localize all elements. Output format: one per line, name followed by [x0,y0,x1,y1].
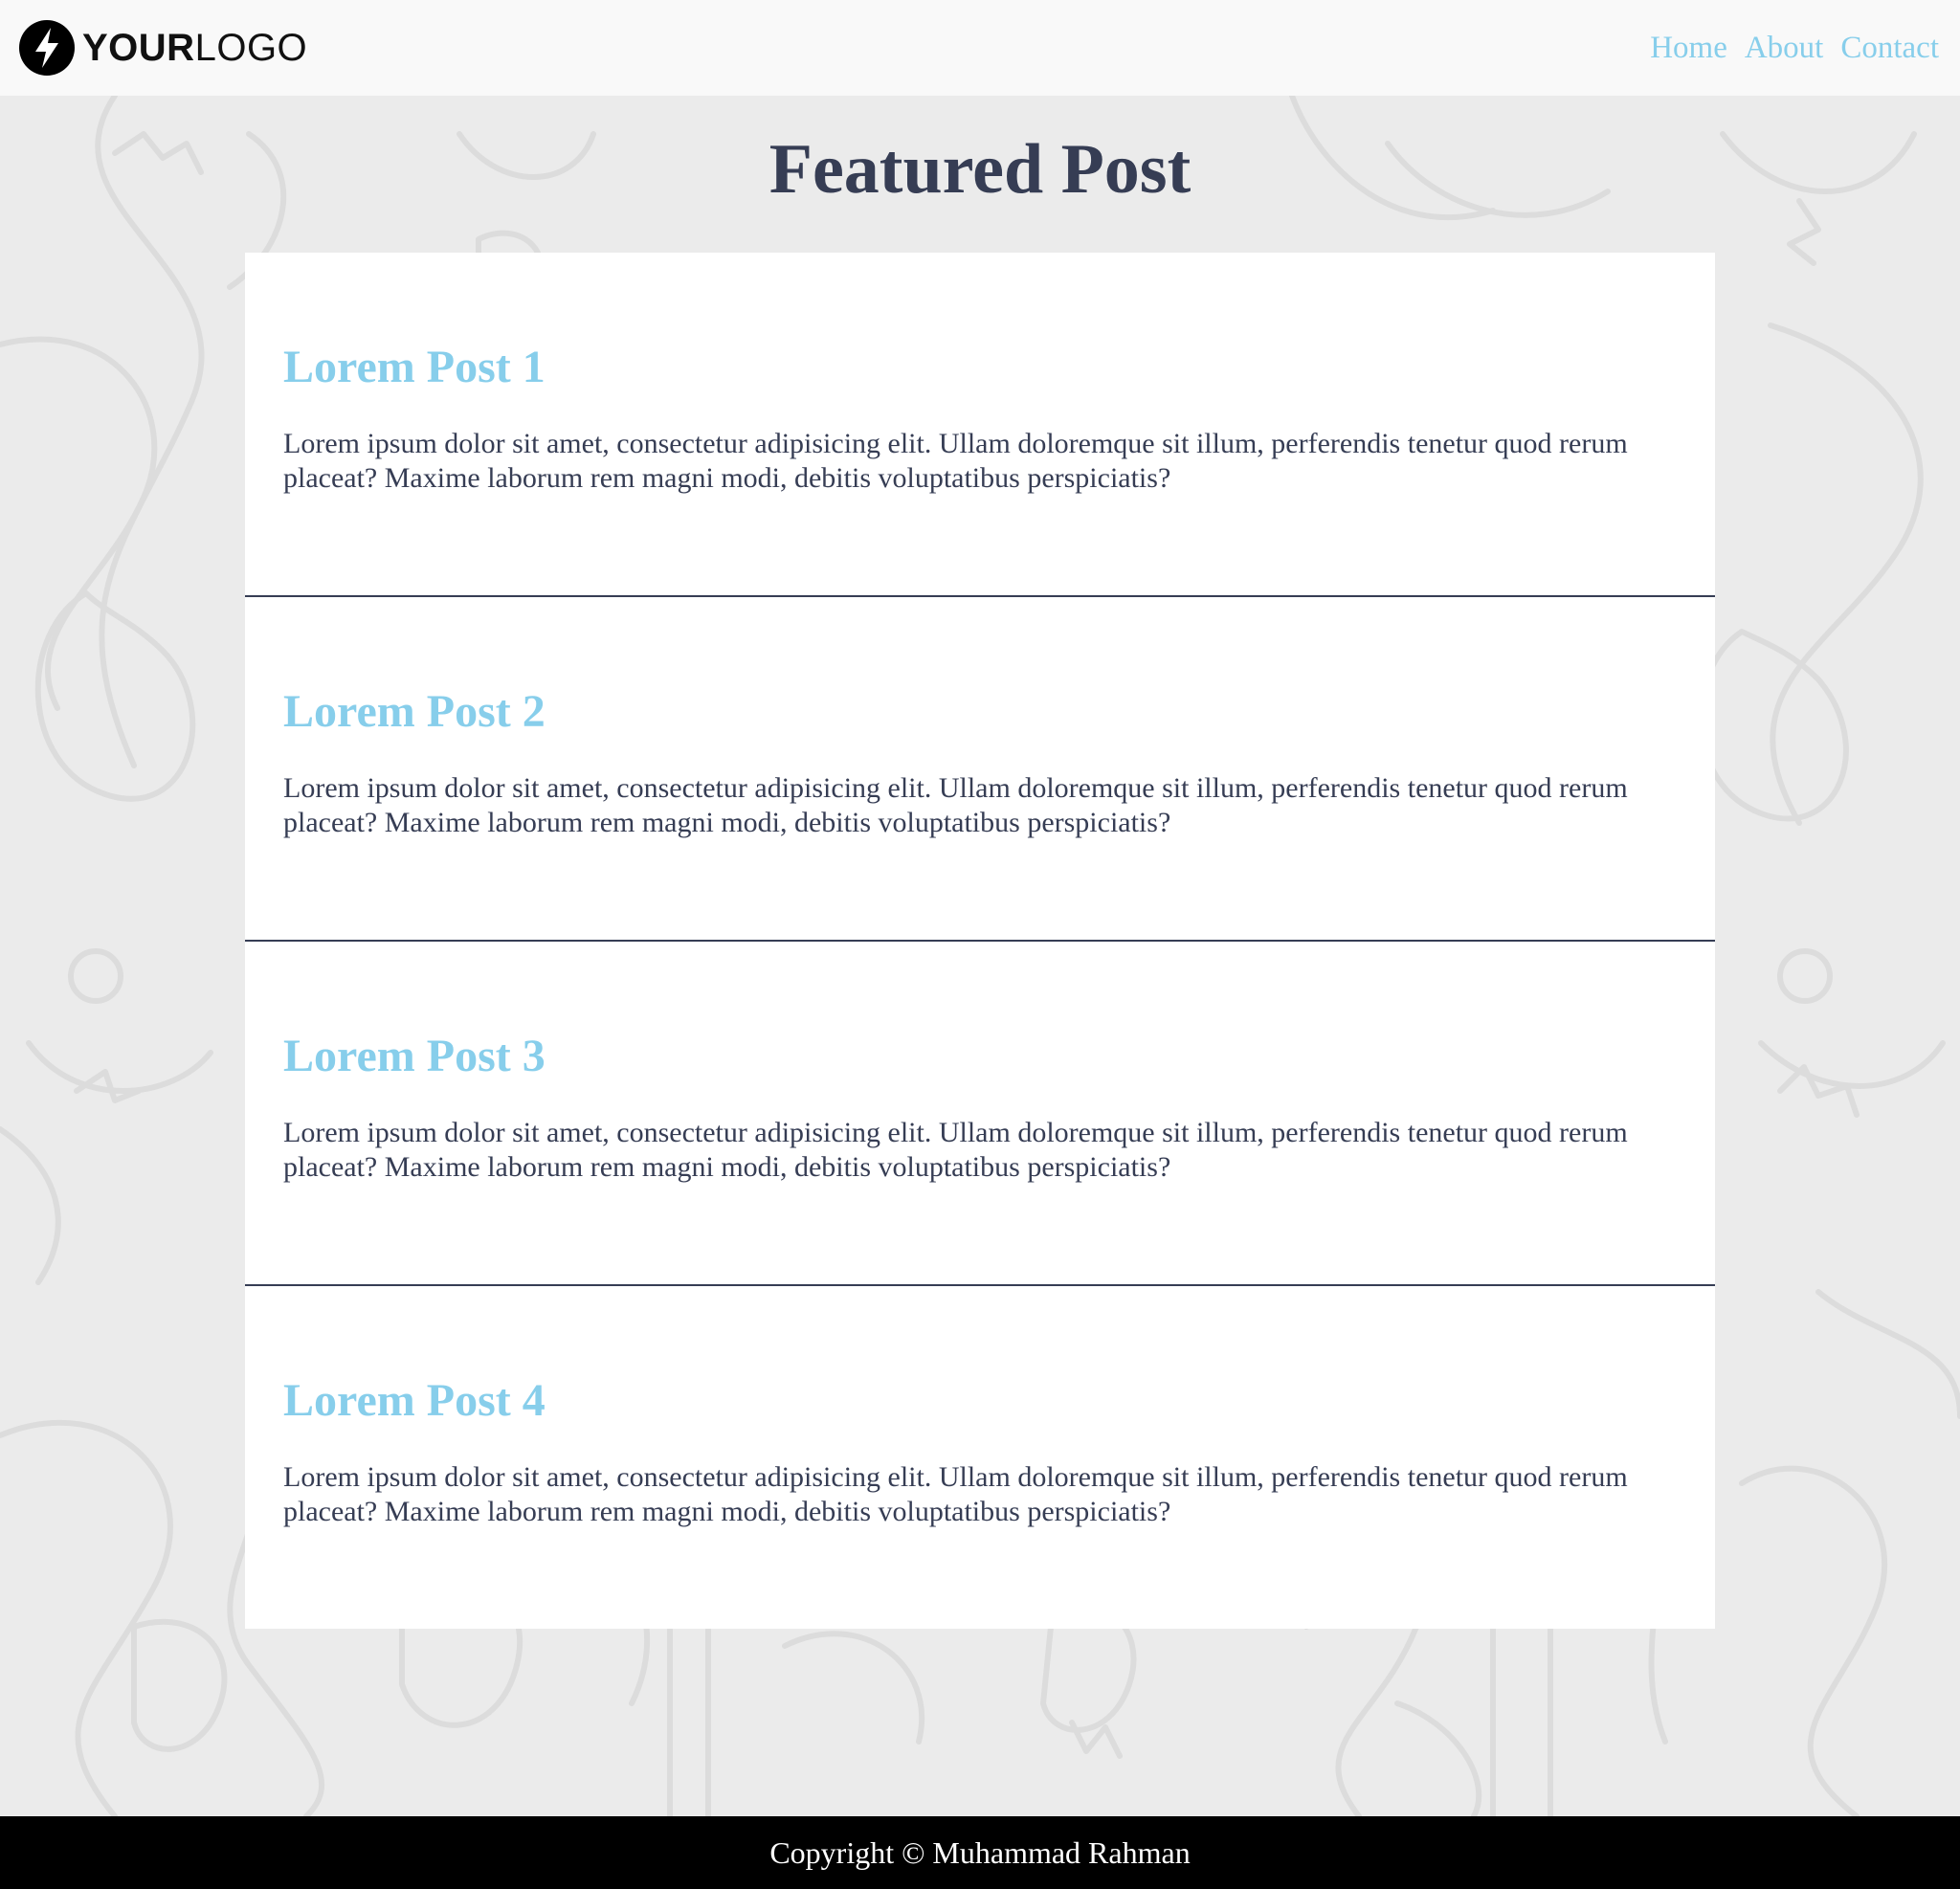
featured-posts-list: Lorem Post 1 Lorem ipsum dolor sit amet,… [245,253,1715,1629]
page-title: Featured Post [768,130,1192,209]
logo-wordmark: YOURLOGO [82,27,307,70]
nav-link-about[interactable]: About [1745,31,1824,66]
post-title[interactable]: Lorem Post 2 [283,689,1677,735]
site-header: YOURLOGO Home About Contact [0,0,1960,96]
post-title[interactable]: Lorem Post 1 [283,344,1677,390]
post-card: Lorem Post 4 Lorem ipsum dolor sit amet,… [245,1286,1715,1629]
nav-link-contact[interactable]: Contact [1840,31,1939,66]
post-excerpt: Lorem ipsum dolor sit amet, consectetur … [283,772,1628,838]
post-card: Lorem Post 3 Lorem ipsum dolor sit amet,… [245,942,1715,1286]
site-logo[interactable]: YOURLOGO [19,20,307,76]
nav-link-home[interactable]: Home [1650,31,1727,66]
post-excerpt: Lorem ipsum dolor sit amet, consectetur … [283,1117,1628,1183]
post-excerpt: Lorem ipsum dolor sit amet, consectetur … [283,1461,1628,1527]
post-excerpt: Lorem ipsum dolor sit amet, consectetur … [283,428,1628,494]
lightning-bolt-icon [19,20,75,76]
logo-text-bold: YOUR [82,26,195,69]
main-nav: Home About Contact [1650,31,1939,66]
copyright-text: Copyright © Muhammad Rahman [769,1834,1191,1870]
post-title[interactable]: Lorem Post 4 [283,1378,1677,1424]
post-card: Lorem Post 2 Lorem ipsum dolor sit amet,… [245,597,1715,942]
site-footer: Copyright © Muhammad Rahman [0,1816,1960,1889]
post-title[interactable]: Lorem Post 3 [283,1033,1677,1079]
post-card: Lorem Post 1 Lorem ipsum dolor sit amet,… [245,253,1715,597]
logo-text-light: LOGO [194,26,308,69]
